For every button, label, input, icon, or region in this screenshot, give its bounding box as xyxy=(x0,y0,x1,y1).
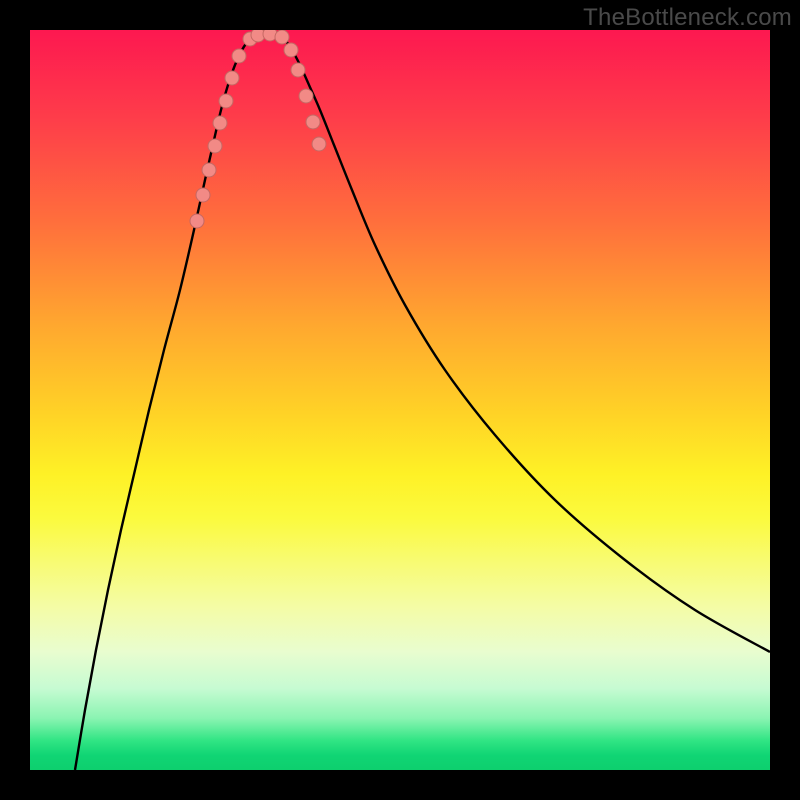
marker-dot xyxy=(208,139,222,153)
marker-dot xyxy=(213,116,227,130)
bottleneck-curve xyxy=(75,32,770,770)
marker-points xyxy=(190,30,326,228)
marker-dot xyxy=(232,49,246,63)
chart-svg xyxy=(30,30,770,770)
watermark-text: TheBottleneck.com xyxy=(583,4,792,32)
chart-frame: TheBottleneck.com xyxy=(0,0,800,800)
marker-dot xyxy=(306,115,320,129)
marker-dot xyxy=(202,163,216,177)
marker-dot xyxy=(225,71,239,85)
marker-dot xyxy=(275,30,289,44)
marker-dot xyxy=(312,137,326,151)
marker-dot xyxy=(190,214,204,228)
marker-dot xyxy=(196,188,210,202)
marker-dot xyxy=(284,43,298,57)
curve-lines xyxy=(75,32,770,770)
plot-area xyxy=(30,30,770,770)
marker-dot xyxy=(219,94,233,108)
marker-dot xyxy=(291,63,305,77)
marker-dot xyxy=(299,89,313,103)
